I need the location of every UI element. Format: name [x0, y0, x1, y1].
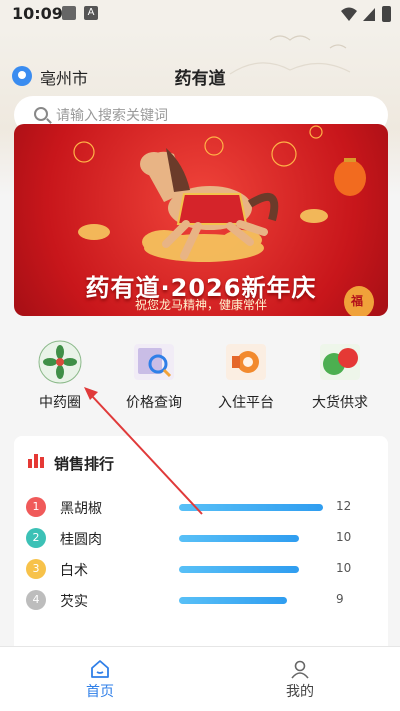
home-icon: [91, 660, 109, 678]
bar-chart-icon: [28, 454, 44, 468]
fu-badge: 福: [351, 294, 364, 308]
ranking-row[interactable]: 1 黑胡椒 12: [14, 496, 388, 520]
promo-banner[interactable]: 药有道·2026新年庆 祝您龙马精神，健康常伴 福: [14, 124, 388, 316]
supply-demand-icon: [320, 344, 360, 380]
grid-item-join-platform[interactable]: 入住平台: [196, 336, 296, 416]
nav-home[interactable]: 首页: [0, 647, 200, 711]
rank-name: 桂圆肉: [60, 532, 102, 548]
grid-label: 入住平台: [218, 395, 274, 411]
rank-bar-track: [179, 597, 323, 604]
rank-value: 10: [336, 561, 352, 575]
rank-bar: [179, 504, 323, 511]
grid-item-herb-circle[interactable]: 中药圈: [10, 336, 110, 416]
nav-label: 我的: [286, 684, 314, 700]
signal-icon: [363, 8, 375, 21]
rank-bar-track: [179, 535, 323, 542]
rank-badge: 3: [26, 559, 46, 579]
rank-badge: 2: [26, 528, 46, 548]
sales-ranking-card: 销售排行 1 黑胡椒 12 2 桂圆肉 10 3 白术 10 4 芡实 9: [14, 436, 388, 656]
nav-mine[interactable]: 我的: [200, 647, 400, 711]
ranking-row[interactable]: 3 白术 10: [14, 558, 388, 582]
rank-badge: 1: [26, 497, 46, 517]
search-icon: [34, 107, 48, 121]
herb-circle-icon: [38, 340, 82, 384]
rank-name: 白术: [60, 563, 88, 579]
rank-value: 12: [336, 499, 352, 513]
status-time: 10:09: [12, 4, 63, 23]
price-search-icon: [134, 344, 174, 380]
rank-value: 10: [336, 530, 352, 544]
grid-item-price-search[interactable]: 价格查询: [104, 336, 204, 416]
a-icon: A: [84, 6, 98, 20]
rank-badge: 4: [26, 590, 46, 610]
grid-label: 大货供求: [312, 395, 368, 411]
status-bar: 10:09 A: [0, 0, 400, 28]
megaphone-icon: [226, 344, 266, 380]
grid-label: 中药圈: [39, 395, 81, 411]
nav-label: 首页: [86, 684, 114, 700]
rank-name: 芡实: [60, 594, 88, 610]
ranking-row[interactable]: 4 芡实 9: [14, 589, 388, 613]
rank-value: 9: [336, 592, 344, 606]
ranking-row[interactable]: 2 桂圆肉 10: [14, 527, 388, 551]
rank-bar: [179, 566, 299, 573]
card-title: 销售排行: [54, 455, 115, 473]
bottom-nav: 首页 我的: [0, 646, 400, 711]
battery-icon: [382, 6, 391, 22]
rank-bar: [179, 535, 299, 542]
grid-item-supply-demand[interactable]: 大货供求: [290, 336, 390, 416]
grid-label: 价格查询: [126, 395, 182, 411]
wifi-icon: [341, 7, 357, 21]
rank-bar-track: [179, 504, 323, 511]
image-icon: [62, 6, 76, 20]
rank-bar: [179, 597, 287, 604]
quick-actions: 中药圈 价格查询 入住平台 大货供求: [0, 336, 400, 416]
user-icon: [291, 660, 309, 679]
page-title: 药有道: [174, 69, 226, 89]
banner-subtitle: 祝您龙马精神，健康常伴: [134, 298, 267, 312]
rank-bar-track: [179, 566, 323, 573]
rank-name: 黑胡椒: [60, 501, 102, 517]
search-input[interactable]: [56, 105, 356, 125]
